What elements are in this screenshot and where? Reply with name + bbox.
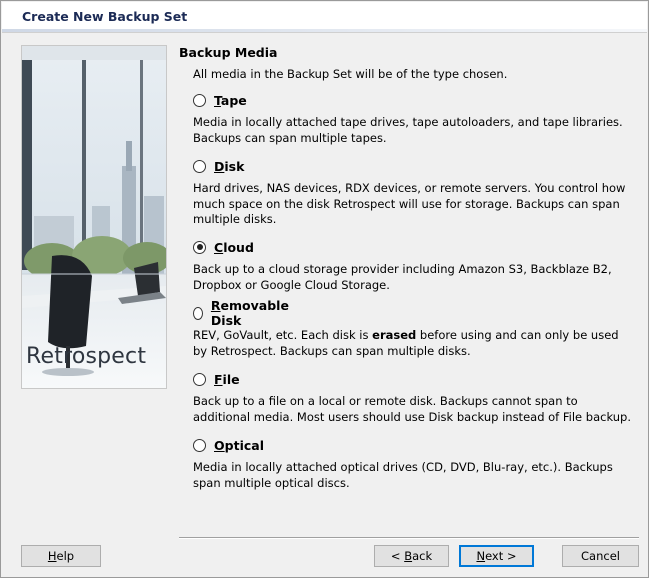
next-button[interactable]: Next >: [459, 545, 534, 567]
radio-removable-disk[interactable]: Removable Disk: [193, 298, 292, 328]
radio-cloud[interactable]: Cloud: [193, 238, 254, 256]
retrospect-office-illustration: Retrospect: [21, 45, 167, 389]
description-disk: Hard drives, NAS devices, RDX devices, o…: [193, 181, 626, 226]
radio-label-optical[interactable]: Optical: [214, 438, 264, 453]
button-bar-separator: [179, 537, 639, 539]
description-cloud: Back up to a cloud storage provider incl…: [193, 262, 612, 292]
section-intro: All media in the Backup Set will be of t…: [193, 67, 508, 81]
radio-button-removable-disk[interactable]: [193, 306, 203, 320]
radio-button-disk[interactable]: [193, 159, 206, 173]
back-button[interactable]: < Back: [374, 545, 449, 567]
section-heading: Backup Media: [179, 45, 278, 60]
radio-button-optical[interactable]: [193, 438, 206, 452]
create-backup-set-dialog: Create New Backup Set Retrospect Backup …: [0, 0, 649, 578]
radio-button-file[interactable]: [193, 372, 206, 386]
title-bar: Create New Backup Set: [2, 2, 647, 33]
radio-disk[interactable]: Disk: [193, 157, 244, 175]
radio-optical[interactable]: Optical: [193, 436, 264, 454]
radio-label-cloud[interactable]: Cloud: [214, 240, 254, 255]
backup-media-panel: Backup Media All media in the Backup Set…: [179, 45, 639, 490]
office-scene-image: [22, 46, 166, 388]
window-title: Create New Backup Set: [22, 9, 188, 24]
description-file: Back up to a file on a local or remote d…: [193, 394, 632, 424]
radio-file[interactable]: File: [193, 370, 240, 388]
help-button[interactable]: Help: [21, 545, 101, 567]
radio-button-cloud[interactable]: [193, 240, 206, 254]
radio-button-tape[interactable]: [193, 93, 206, 107]
brand-logo-text: Retrospect: [26, 344, 147, 369]
radio-label-file[interactable]: File: [214, 372, 240, 387]
cancel-button[interactable]: Cancel: [562, 545, 639, 567]
description-removable-disk: REV, GoVault, etc. Each disk is erased b…: [193, 328, 619, 358]
description-optical: Media in locally attached optical drives…: [193, 460, 613, 490]
description-tape: Media in locally attached tape drives, t…: [193, 115, 623, 145]
radio-label-removable-disk[interactable]: Removable Disk: [211, 298, 292, 328]
radio-label-tape[interactable]: Tape: [214, 93, 247, 108]
radio-label-disk[interactable]: Disk: [214, 159, 244, 174]
title-bar-accent: [2, 29, 647, 32]
radio-tape[interactable]: Tape: [193, 91, 247, 109]
